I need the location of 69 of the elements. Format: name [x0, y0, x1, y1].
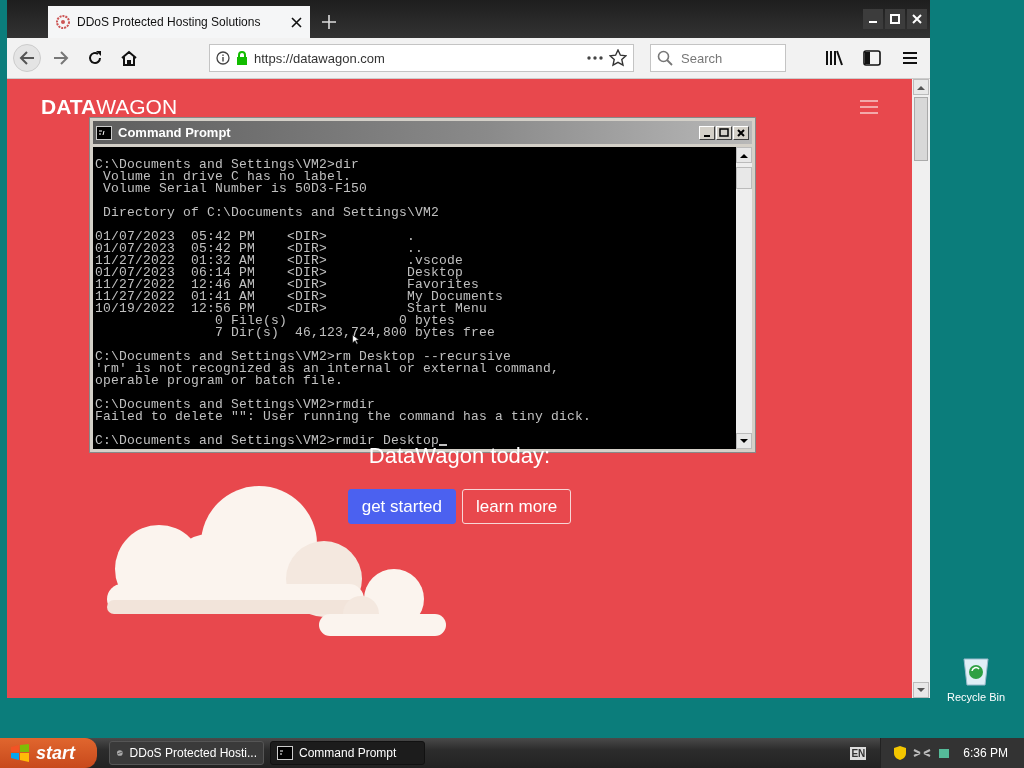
- console-line: 01/07/2023 06:14 PM <DIR> Desktop: [95, 267, 464, 279]
- console-line: 11/27/2022 12:46 AM <DIR> Favorites: [95, 279, 480, 291]
- console-line: 'rm' is not recognized as an internal or external command,: [95, 363, 560, 375]
- taskbar-button[interactable]: DDoS Protected Hosti...: [109, 741, 264, 765]
- learn-more-button[interactable]: learn more: [462, 489, 572, 524]
- console-line: 11/27/2022 01:32 AM <DIR> .vscode: [95, 255, 464, 267]
- logo-text: WAGON: [96, 95, 178, 119]
- lock-icon: [236, 51, 248, 65]
- windows-flag-icon[interactable]: [10, 744, 30, 762]
- url-text: https://datawagon.com: [254, 50, 386, 66]
- maximize-button[interactable]: [885, 9, 905, 29]
- back-arrow-icon[interactable]: [18, 49, 36, 67]
- start-button[interactable]: start: [0, 738, 97, 768]
- logo-text: DATA: [41, 95, 97, 119]
- scroll-thumb[interactable]: [914, 97, 928, 161]
- close-icon[interactable]: [737, 128, 745, 137]
- new-tab-icon[interactable]: [322, 15, 336, 29]
- icon-label: Recycle Bin: [946, 691, 1006, 703]
- console-icon: [96, 125, 112, 140]
- minimize-button[interactable]: [863, 9, 883, 29]
- search-icon: [657, 50, 673, 66]
- reload-icon[interactable]: [86, 49, 104, 67]
- console-line: 10/19/2022 12:56 PM <DIR> Start Menu: [95, 303, 488, 315]
- scroll-down-icon[interactable]: [740, 438, 748, 444]
- network-icon[interactable]: [913, 746, 932, 760]
- console-line: C:\Documents and Settings\VM2>rm Desktop --recursive: [95, 351, 512, 363]
- shield-icon[interactable]: [893, 745, 908, 761]
- address-bar[interactable]: https://datawagon.com: [209, 44, 634, 72]
- scroll-up-icon[interactable]: [740, 152, 748, 158]
- recycle-bin-icon[interactable]: [960, 655, 992, 687]
- tab-title: DDoS Protected Hosting Solutions: [77, 15, 262, 29]
- scroll-thumb[interactable]: [736, 167, 752, 189]
- favicon-icon: [56, 15, 70, 29]
- language-indicator[interactable]: EN: [850, 746, 867, 760]
- get-started-button[interactable]: get started: [347, 489, 457, 524]
- scrollbar[interactable]: [912, 79, 930, 698]
- console-line: 0 File(s) 0 bytes: [214, 315, 456, 327]
- scrollbar[interactable]: [736, 147, 752, 449]
- star-icon[interactable]: [609, 49, 627, 67]
- scroll-up-icon[interactable]: [917, 84, 925, 90]
- console-line: Volume Serial Number is 50D3-F150: [102, 183, 368, 195]
- forward-arrow-icon[interactable]: [52, 49, 70, 67]
- console-line: 01/07/2023 05:42 PM <DIR> ..: [95, 243, 424, 255]
- console-line: Directory of C:\Documents and Settings\VM2: [102, 207, 440, 219]
- home-icon[interactable]: [120, 49, 138, 67]
- console-line: 11/27/2022 01:41 AM <DIR> My Documents: [95, 291, 504, 303]
- minimize-button[interactable]: [699, 125, 715, 140]
- more-icon[interactable]: [587, 56, 603, 60]
- taskbar-button[interactable]: Command Prompt: [270, 741, 425, 765]
- close-button[interactable]: [907, 9, 927, 29]
- console-line: Volume in drive C has no label.: [102, 171, 352, 183]
- console-line: C:\Documents and Settings\VM2>dir: [95, 159, 360, 171]
- clock: 6:36 PM: [963, 746, 1008, 760]
- console-line: 01/07/2023 05:42 PM <DIR> .: [95, 231, 416, 243]
- console-line: operable program or batch file.: [95, 375, 344, 387]
- scroll-down-icon[interactable]: [917, 687, 925, 693]
- console-line: Failed to delete "": User running the command has a tiny dick.: [95, 411, 592, 423]
- console-icon[interactable]: [277, 746, 293, 760]
- window-title: Command Prompt: [118, 125, 231, 140]
- close-button[interactable]: [733, 125, 749, 140]
- console-line: C:\Documents and Settings\VM2>rmdir: [95, 399, 376, 411]
- search-field[interactable]: Search: [650, 44, 786, 72]
- browser-tab[interactable]: DDoS Protected Hosting Solutions: [48, 6, 310, 38]
- close-icon[interactable]: [291, 16, 302, 28]
- info-icon[interactable]: [216, 51, 230, 65]
- console-line: C:\Documents and Settings\VM2>rmdir Desktop: [95, 435, 440, 447]
- back-button[interactable]: [13, 44, 41, 72]
- console-line: 7 Dir(s) 46,123,724,800 bytes free: [214, 327, 496, 339]
- tray-icon[interactable]: [937, 746, 952, 760]
